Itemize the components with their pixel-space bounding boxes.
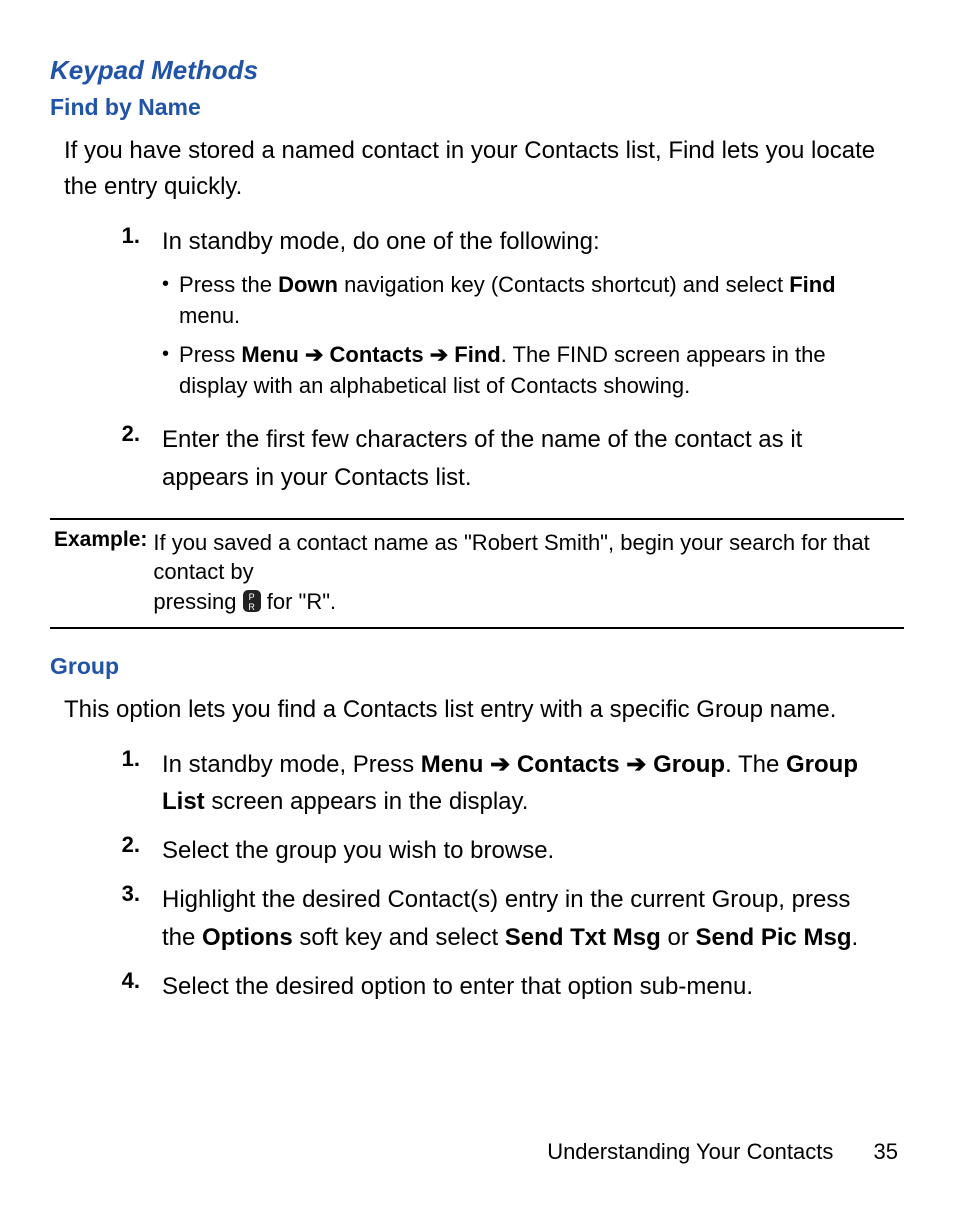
step-text: Select the group you wish to browse.: [162, 837, 554, 864]
step-body: Select the desired option to enter that …: [162, 968, 773, 1005]
bullet-item: • Press the Down navigation key (Contact…: [162, 270, 884, 332]
text: In standby mode, Press: [162, 751, 421, 778]
bold-text: Contacts: [517, 751, 620, 778]
arrow-icon: ➔: [483, 751, 516, 778]
section-title: Keypad Methods: [50, 55, 904, 86]
text: navigation key (Contacts shortcut) and s…: [338, 272, 789, 297]
bullet-dot-icon: •: [162, 340, 169, 368]
document-page: Keypad Methods Find by Name If you have …: [0, 0, 954, 1209]
step-body: Select the group you wish to browse.: [162, 832, 574, 869]
group-intro-paragraph: This option lets you find a Contacts lis…: [64, 692, 890, 728]
find-step-2: 2. Enter the first few characters of the…: [50, 421, 904, 495]
example-text: If you saved a contact name as "Robert S…: [153, 528, 900, 617]
group-steps-list: 1. In standby mode, Press Menu ➔ Contact…: [50, 746, 904, 1005]
bold-text: Down: [278, 272, 338, 297]
step-body: Highlight the desired Contact(s) entry i…: [162, 881, 904, 955]
text: screen appears in the display.: [205, 788, 529, 815]
text: If you saved a contact name as "Robert S…: [153, 530, 869, 585]
arrow-icon: ➔: [424, 342, 455, 367]
find-step-1: 1. In standby mode, do one of the follow…: [50, 223, 904, 409]
step-number: 2.: [106, 832, 140, 858]
step-text: Select the desired option to enter that …: [162, 973, 753, 1000]
group-step-1: 1. In standby mode, Press Menu ➔ Contact…: [50, 746, 904, 820]
bold-text: Options: [202, 924, 293, 951]
group-step-4: 4. Select the desired option to enter th…: [50, 968, 904, 1005]
step-text: In standby mode, do one of the following…: [162, 228, 600, 255]
arrow-icon: ➔: [620, 751, 653, 778]
text: for "R".: [261, 589, 337, 614]
text: . The: [725, 751, 786, 778]
bold-text: Send Pic Msg: [696, 924, 852, 951]
text: soft key and select: [293, 924, 505, 951]
bold-text: Find: [789, 272, 835, 297]
bold-text: Group: [653, 751, 725, 778]
find-by-name-heading: Find by Name: [50, 94, 904, 121]
bold-text: Contacts: [330, 342, 424, 367]
example-box: Example: If you saved a contact name as …: [50, 518, 904, 629]
find-intro-paragraph: If you have stored a named contact in yo…: [64, 133, 890, 205]
text: or: [661, 924, 696, 951]
step-number: 1.: [106, 746, 140, 772]
key-top-label: P: [249, 592, 255, 602]
group-heading: Group: [50, 653, 904, 680]
page-footer: Understanding Your Contacts 35: [547, 1139, 898, 1165]
step-body: Enter the first few characters of the na…: [162, 421, 904, 495]
step-text: Enter the first few characters of the na…: [162, 426, 802, 490]
page-number: 35: [874, 1139, 898, 1164]
bullet-dot-icon: •: [162, 270, 169, 298]
bold-text: Find: [454, 342, 500, 367]
bold-text: Menu: [241, 342, 298, 367]
text: .: [852, 924, 859, 951]
find-steps-list: 1. In standby mode, do one of the follow…: [50, 223, 904, 496]
step-body: In standby mode, Press Menu ➔ Contacts ➔…: [162, 746, 904, 820]
key-bottom-label: R: [248, 602, 255, 612]
text: pressing: [153, 589, 242, 614]
step-number: 1.: [106, 223, 140, 249]
find-step1-bullets: • Press the Down navigation key (Contact…: [162, 270, 884, 401]
step-number: 4.: [106, 968, 140, 994]
bullet-item: • Press Menu ➔ Contacts ➔ Find. The FIND…: [162, 340, 884, 402]
arrow-icon: ➔: [299, 342, 330, 367]
step-number: 2.: [106, 421, 140, 447]
bold-text: Menu: [421, 751, 484, 778]
group-step-2: 2. Select the group you wish to browse.: [50, 832, 904, 869]
bold-text: Send Txt Msg: [505, 924, 661, 951]
phone-key-icon: PR: [243, 590, 261, 612]
text: menu.: [179, 303, 240, 328]
text: Press: [179, 342, 241, 367]
bullet-text: Press the Down navigation key (Contacts …: [179, 270, 884, 332]
chapter-title: Understanding Your Contacts: [547, 1139, 833, 1164]
text: Press the: [179, 272, 278, 297]
bullet-text: Press Menu ➔ Contacts ➔ Find. The FIND s…: [179, 340, 884, 402]
step-body: In standby mode, do one of the following…: [162, 223, 904, 409]
group-step-3: 3. Highlight the desired Contact(s) entr…: [50, 881, 904, 955]
step-number: 3.: [106, 881, 140, 907]
example-label: Example:: [54, 528, 147, 552]
